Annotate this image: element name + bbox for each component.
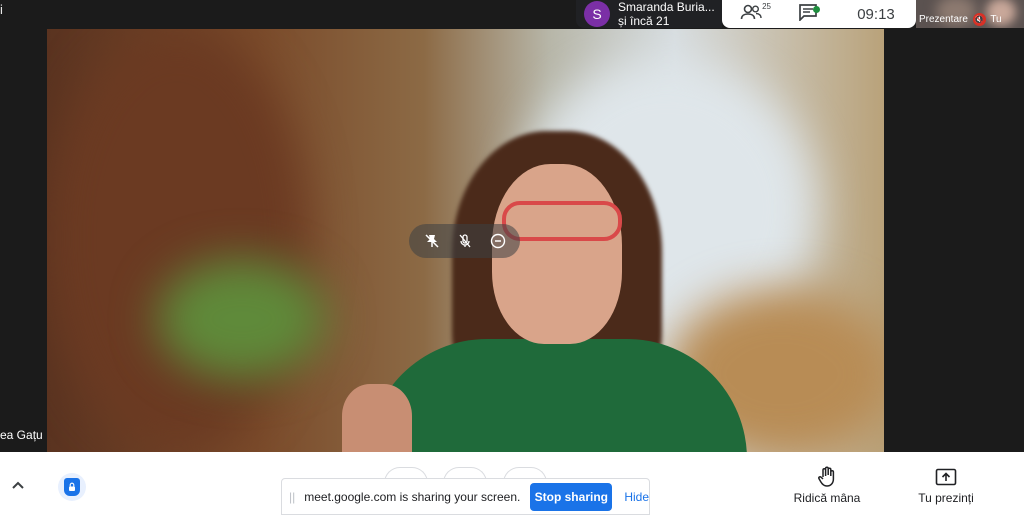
- person-glasses: [502, 201, 622, 241]
- background-plant: [157, 259, 327, 379]
- hand-icon: [816, 466, 838, 488]
- lock-icon: [64, 478, 80, 496]
- stop-sharing-button[interactable]: Stop sharing: [530, 482, 613, 511]
- people-count: 25: [762, 2, 771, 11]
- present-icon: [935, 466, 957, 488]
- background-blur: [47, 29, 307, 449]
- tile-controls: [409, 224, 520, 258]
- participant-name: ea Gațu: [0, 428, 43, 442]
- mic-off-icon[interactable]: [453, 229, 477, 253]
- present-label: Tu prezinți: [918, 491, 974, 505]
- hide-link[interactable]: Hide: [624, 490, 649, 504]
- screen-share-notice: || meet.google.com is sharing your scree…: [281, 478, 650, 515]
- people-icon: [740, 3, 762, 26]
- share-message: meet.google.com is sharing your screen.: [304, 489, 521, 504]
- speaker-names: Smaranda Buria... și încă 21: [618, 0, 715, 28]
- person-shirt: [367, 339, 747, 452]
- remove-icon[interactable]: [486, 229, 510, 253]
- speaker-name: Smaranda Buria...: [618, 0, 715, 14]
- chevron-up-icon[interactable]: [8, 477, 28, 497]
- clock: 09:13: [857, 5, 895, 23]
- self-view-label: Prezentare 🔇 Tu: [919, 13, 1002, 26]
- self-view-thumbnail[interactable]: Prezentare 🔇 Tu: [916, 0, 1024, 28]
- meeting-stage: i ea Gațu: [0, 0, 1024, 452]
- others-count: și încă 21: [618, 14, 670, 28]
- raise-hand-button[interactable]: Ridică mâna: [782, 466, 872, 511]
- people-button[interactable]: 25: [722, 0, 780, 28]
- person-arm: [342, 384, 412, 452]
- drag-handle-icon[interactable]: ||: [286, 490, 298, 504]
- new-message-dot: [813, 6, 820, 13]
- active-speaker-panel[interactable]: S Smaranda Buria... și încă 21: [576, 0, 722, 28]
- raise-hand-label: Ridică mâna: [793, 491, 861, 505]
- security-button[interactable]: [58, 473, 86, 501]
- presentation-label: Prezentare: [919, 14, 968, 26]
- chat-button[interactable]: [780, 0, 836, 28]
- truncated-label: i: [0, 2, 3, 17]
- meeting-toolbar: 25 09:13: [722, 0, 916, 28]
- avatar: S: [584, 1, 610, 27]
- present-button[interactable]: Tu prezinți: [901, 466, 991, 511]
- muted-icon: 🔇: [972, 13, 986, 26]
- pin-off-icon[interactable]: [420, 229, 444, 253]
- you-label: Tu: [990, 14, 1002, 26]
